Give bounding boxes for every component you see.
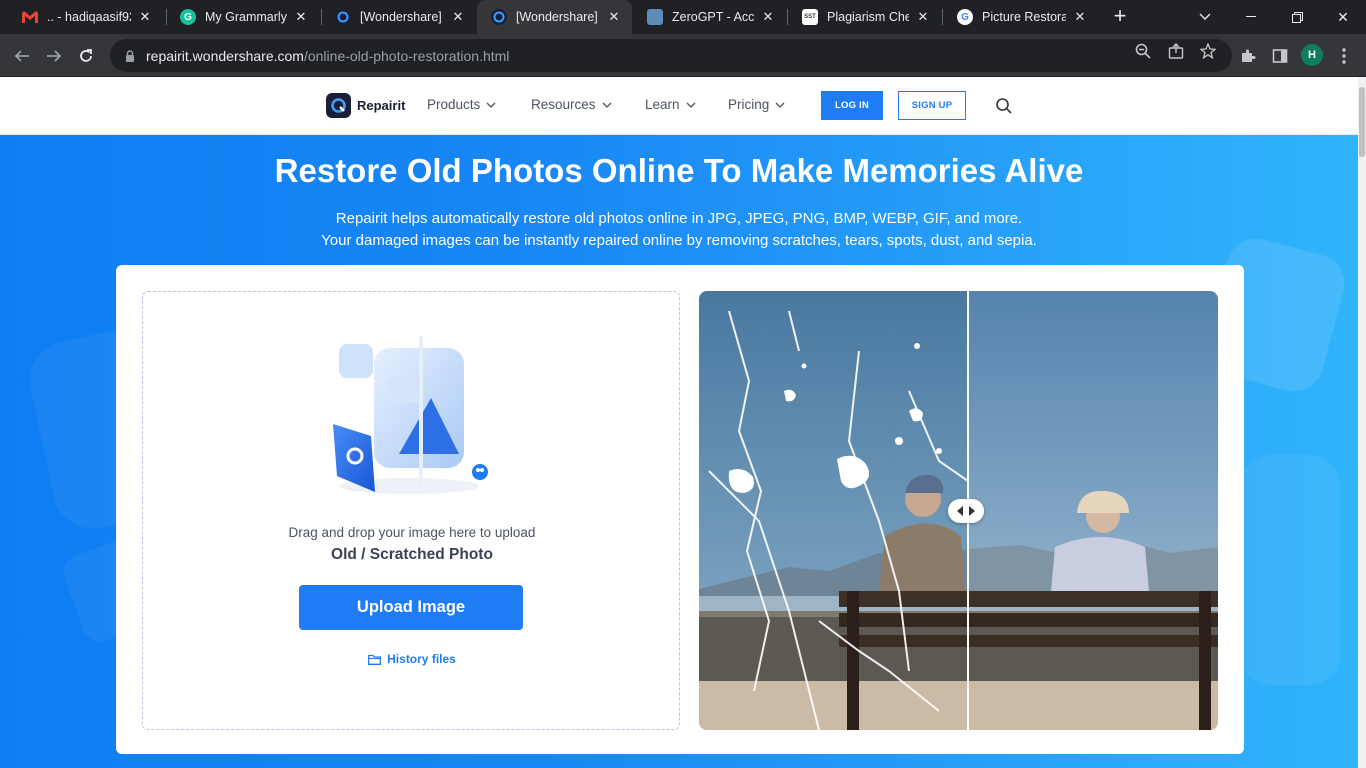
nav-learn[interactable]: Learn bbox=[645, 97, 696, 112]
forward-arrow-icon[interactable] bbox=[42, 44, 66, 68]
close-tab-icon[interactable]: ✕ bbox=[450, 9, 466, 25]
compare-slider-handle[interactable] bbox=[948, 499, 984, 523]
minimize-button[interactable] bbox=[1228, 0, 1274, 34]
chevron-down-icon bbox=[602, 102, 611, 108]
chevron-down-icon bbox=[775, 102, 785, 108]
file-type-label: Old / Scratched Photo bbox=[331, 546, 493, 563]
upload-illustration-icon bbox=[333, 336, 488, 494]
profile-avatar[interactable]: H bbox=[1301, 44, 1323, 66]
tab-wondershare-repairit[interactable]: [Wondershare] R ✕ bbox=[477, 0, 632, 34]
background-decoration bbox=[1240, 455, 1340, 685]
login-button[interactable]: LOG IN bbox=[821, 91, 883, 120]
reload-icon[interactable] bbox=[74, 44, 98, 68]
back-arrow-icon[interactable] bbox=[10, 44, 34, 68]
nav-pricing[interactable]: Pricing bbox=[728, 97, 785, 112]
nav-products[interactable]: Products bbox=[427, 97, 496, 112]
close-tab-icon[interactable]: ✕ bbox=[1072, 9, 1088, 25]
folder-icon bbox=[368, 654, 382, 665]
close-window-button[interactable]: ✕ bbox=[1320, 0, 1366, 34]
chevron-down-icon bbox=[686, 102, 695, 108]
address-bar[interactable]: repairit.wondershare.com/online-old-phot… bbox=[110, 39, 1232, 72]
menu-kebab-icon[interactable] bbox=[1334, 46, 1354, 66]
wondershare-icon bbox=[335, 9, 351, 25]
tab-zerogpt[interactable]: ZeroGPT - Accur ✕ bbox=[633, 0, 786, 34]
upload-dropzone[interactable]: Drag and drop your image here to upload … bbox=[142, 291, 680, 730]
hero-subtitle-line2: Your damaged images can be instantly rep… bbox=[321, 232, 1037, 249]
new-tab-button[interactable]: + bbox=[1108, 5, 1132, 29]
zoom-icon[interactable] bbox=[1134, 42, 1152, 60]
gmail-icon bbox=[22, 9, 38, 25]
hero-section: Restore Old Photos Online To Make Memori… bbox=[0, 135, 1358, 768]
url-text: repairit.wondershare.com/online-old-phot… bbox=[146, 47, 510, 64]
close-tab-icon[interactable]: ✕ bbox=[915, 9, 931, 25]
signup-button[interactable]: SIGN UP bbox=[898, 91, 966, 120]
history-files-link[interactable]: History files bbox=[143, 652, 681, 666]
tab-wondershare-a[interactable]: [Wondershare] A ✕ bbox=[321, 0, 476, 34]
hero-title: Restore Old Photos Online To Make Memori… bbox=[274, 152, 1084, 189]
tab-picture-restoration[interactable]: G Picture Restoratio ✕ bbox=[943, 0, 1098, 34]
site-header: Repairit Products Resources Learn Pricin… bbox=[0, 77, 1358, 135]
side-panel-icon[interactable] bbox=[1270, 46, 1290, 66]
hero-subtitle-line1: Repairit helps automatically restore old… bbox=[335, 210, 1023, 227]
slider-arrows-icon bbox=[957, 506, 975, 516]
search-icon[interactable] bbox=[995, 97, 1013, 115]
tab-gmail[interactable]: .. - hadiqaasif92@ ✕ bbox=[8, 0, 163, 34]
close-tab-icon[interactable]: ✕ bbox=[760, 9, 776, 25]
page-scrollbar[interactable] bbox=[1358, 77, 1366, 768]
lock-icon[interactable] bbox=[122, 49, 138, 62]
extensions-puzzle-icon[interactable] bbox=[1238, 46, 1258, 66]
sst-icon: SST bbox=[802, 9, 818, 25]
grammarly-icon: G bbox=[180, 9, 196, 25]
repairit-logo[interactable]: Repairit bbox=[326, 93, 405, 118]
close-tab-icon[interactable]: ✕ bbox=[137, 9, 153, 25]
repairit-logo-icon bbox=[326, 93, 351, 118]
restore-card: Drag and drop your image here to upload … bbox=[116, 265, 1244, 754]
drag-drop-instruction: Drag and drop your image here to upload bbox=[288, 525, 536, 540]
bookmark-star-icon[interactable] bbox=[1199, 42, 1217, 60]
zerogpt-icon bbox=[647, 9, 663, 25]
tab-grammarly[interactable]: G My Grammarly - ✕ bbox=[166, 0, 319, 34]
google-icon: G bbox=[957, 9, 973, 25]
close-tab-icon[interactable]: ✕ bbox=[293, 9, 309, 25]
browser-tab-bar: .. - hadiqaasif92@ ✕ G My Grammarly - ✕ … bbox=[0, 0, 1366, 34]
browser-toolbar: repairit.wondershare.com/online-old-phot… bbox=[0, 34, 1366, 77]
upload-image-button[interactable]: Upload Image bbox=[299, 585, 523, 630]
before-after-comparison[interactable] bbox=[699, 291, 1218, 730]
chevron-down-icon bbox=[486, 102, 496, 108]
nav-resources[interactable]: Resources bbox=[531, 97, 612, 112]
tab-plagiarism-checker[interactable]: SST Plagiarism Check ✕ bbox=[788, 0, 941, 34]
wondershare-icon bbox=[491, 9, 507, 25]
restore-button[interactable] bbox=[1274, 0, 1320, 34]
close-tab-icon[interactable]: ✕ bbox=[606, 9, 622, 25]
tab-search-chevron-icon[interactable] bbox=[1182, 0, 1228, 34]
scrollbar-thumb[interactable] bbox=[1359, 87, 1365, 157]
share-icon[interactable] bbox=[1167, 42, 1185, 60]
